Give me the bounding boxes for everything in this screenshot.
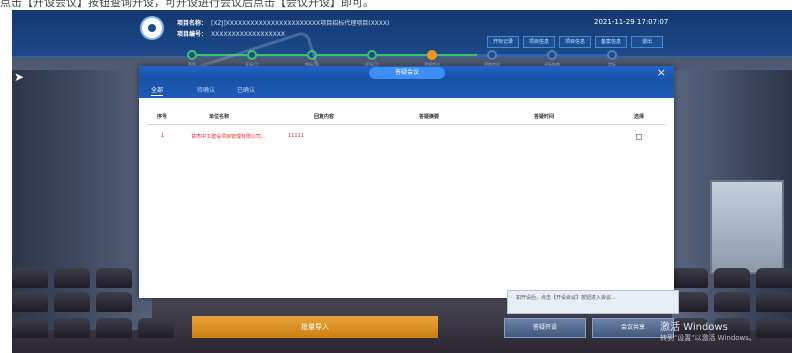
arrow-icon[interactable]: ➤ — [14, 70, 24, 84]
col-unit-name: 单位名称 — [209, 114, 230, 120]
datetime: 2021-11-29 17:07:07 — [594, 18, 669, 26]
row-unit-name: 甘肃中工建设项目管理有限公司... — [191, 134, 266, 140]
col-select: 选择 — [634, 114, 645, 120]
project-name-line: 项目名称： [XZJ]XXXXXXXXXXXXXXXXXXXXXXX项目招标代理项… — [177, 18, 389, 27]
top-button-3[interactable]: 项目信息 — [559, 36, 591, 48]
checkbox-icon[interactable] — [636, 134, 642, 140]
dialog-tabs: 全部 待确认 已确认 — [139, 80, 674, 98]
hall-window — [710, 180, 784, 274]
tab-confirmed[interactable]: 已确认 — [237, 85, 255, 94]
table-divider — [147, 124, 666, 125]
top-button-group: 开标记录 项目信息 项目信息 备案信息 退出 — [487, 36, 663, 48]
row-reply: 11111 — [288, 133, 304, 139]
top-button-5[interactable]: 退出 — [631, 36, 663, 48]
meeting-hall-scene: 项目名称： [XZJ]XXXXXXXXXXXXXXXXXXXXXXX项目招标代理项… — [12, 10, 792, 353]
progress-step-7 — [547, 50, 557, 60]
row-index: 1 — [161, 133, 165, 139]
progress-step-4 — [367, 50, 377, 60]
project-name: [XZJ]XXXXXXXXXXXXXXXXXXXXXXX项目招标代理项目(XXX… — [211, 20, 390, 27]
col-index: 序号 — [157, 114, 168, 120]
dialog-header: 答疑会议 × — [139, 66, 674, 80]
batch-import-button[interactable]: 批量导入 — [192, 316, 438, 338]
top-button-1[interactable]: 开标记录 — [487, 36, 519, 48]
logo-icon — [140, 16, 164, 40]
progress-step-1 — [187, 50, 197, 60]
qa-meeting-dialog: 答疑会议 × 全部 待确认 已确认 序号 单位名称 回复内容 答疑摘要 答疑时间… — [139, 66, 674, 298]
open-meeting-button[interactable]: 答疑开设 — [504, 318, 586, 338]
progress-step-6 — [487, 50, 497, 60]
notice-text: 如开设后，点击【开设会议】按钮进入会议... — [516, 295, 616, 301]
tab-pending[interactable]: 待确认 — [197, 85, 215, 94]
project-code-label: 项目编号： — [177, 31, 208, 38]
project-name-label: 项目名称： — [177, 20, 208, 27]
project-code-line: 项目编号： XXXXXXXXXXXXXXXXXX — [177, 29, 285, 38]
windows-activation-watermark: 激活 Windows 转到"设置"以激活 Windows。 — [660, 323, 756, 343]
watermark-line1: 激活 Windows — [660, 322, 728, 333]
tab-all[interactable]: 全部 — [151, 85, 164, 96]
watermark-line2: 转到"设置"以激活 Windows。 — [660, 334, 756, 342]
table-header: 序号 单位名称 回复内容 答疑摘要 答疑时间 选择 — [139, 110, 674, 124]
top-button-2[interactable]: 项目信息 — [523, 36, 555, 48]
close-icon[interactable]: × — [657, 66, 666, 80]
col-time: 答疑时间 — [534, 114, 555, 120]
progress-step-5 — [427, 50, 437, 60]
notice-box: 如开设后，点击【开设会议】按钮进入会议... — [507, 290, 679, 314]
dialog-title: 答疑会议 — [369, 67, 445, 79]
progress-step-8 — [607, 50, 617, 60]
top-button-4[interactable]: 备案信息 — [595, 36, 627, 48]
instruction-caption: 点击【开设会议】按钮查询开设，可开设进行会议后点击【会议开设】即可。 — [0, 0, 374, 9]
col-summary: 答疑摘要 — [419, 114, 440, 120]
col-reply: 回复内容 — [314, 114, 335, 120]
table-row[interactable]: 1 甘肃中工建设项目管理有限公司... 11111 — [139, 130, 674, 144]
